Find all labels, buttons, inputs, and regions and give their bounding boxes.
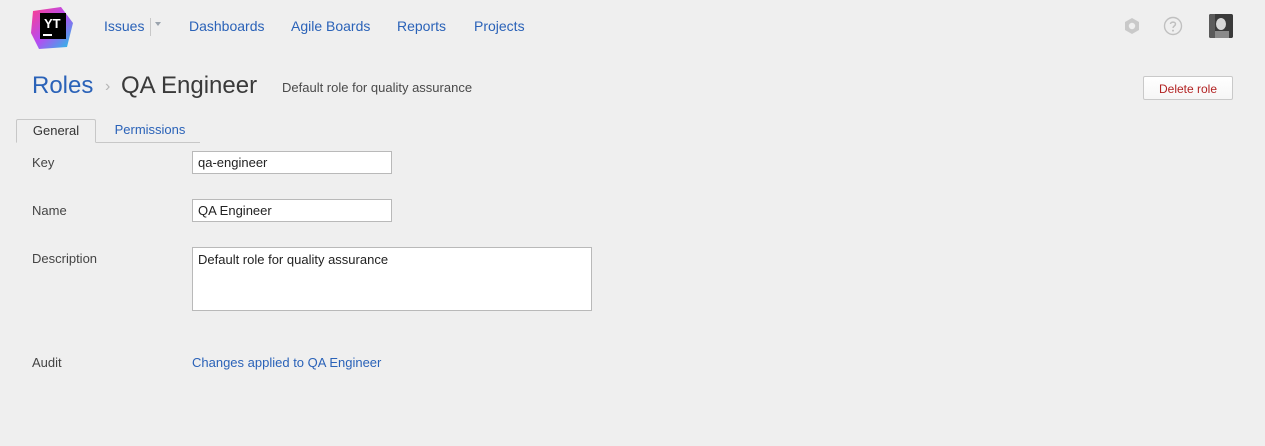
nav-issues[interactable]: Issues [104, 18, 144, 34]
nav-projects[interactable]: Projects [474, 18, 525, 34]
key-field[interactable] [192, 151, 392, 174]
audit-changes-link[interactable]: Changes applied to QA Engineer [192, 355, 381, 370]
key-label: Key [32, 155, 55, 170]
help-icon[interactable] [1163, 16, 1183, 36]
name-field[interactable] [192, 199, 392, 222]
tab-general[interactable]: General [16, 119, 96, 143]
logo-text: YT [44, 16, 61, 31]
youtrack-logo[interactable]: YT [31, 7, 73, 49]
nav-reports[interactable]: Reports [397, 18, 446, 34]
name-label: Name [32, 203, 67, 218]
chevron-down-icon[interactable] [155, 22, 161, 26]
page-description: Default role for quality assurance [282, 80, 473, 95]
breadcrumb-separator: › [105, 78, 111, 95]
description-field[interactable]: Default role for quality assurance [192, 247, 592, 311]
breadcrumb-roles-link[interactable]: Roles [32, 72, 93, 100]
nav-agile-boards[interactable]: Agile Boards [291, 18, 370, 34]
nav-dashboards[interactable]: Dashboards [189, 18, 265, 34]
nav-divider [150, 18, 151, 36]
top-header: YT Issues Dashboards Agile Boards Report… [0, 0, 1265, 52]
gear-icon[interactable] [1122, 16, 1142, 36]
tab-permissions[interactable]: Permissions [100, 119, 200, 143]
delete-role-button[interactable]: Delete role [1143, 76, 1233, 100]
description-label: Description [32, 251, 98, 266]
page-title: QA Engineer [121, 72, 258, 99]
user-avatar[interactable] [1209, 14, 1233, 38]
audit-label: Audit [32, 355, 62, 370]
